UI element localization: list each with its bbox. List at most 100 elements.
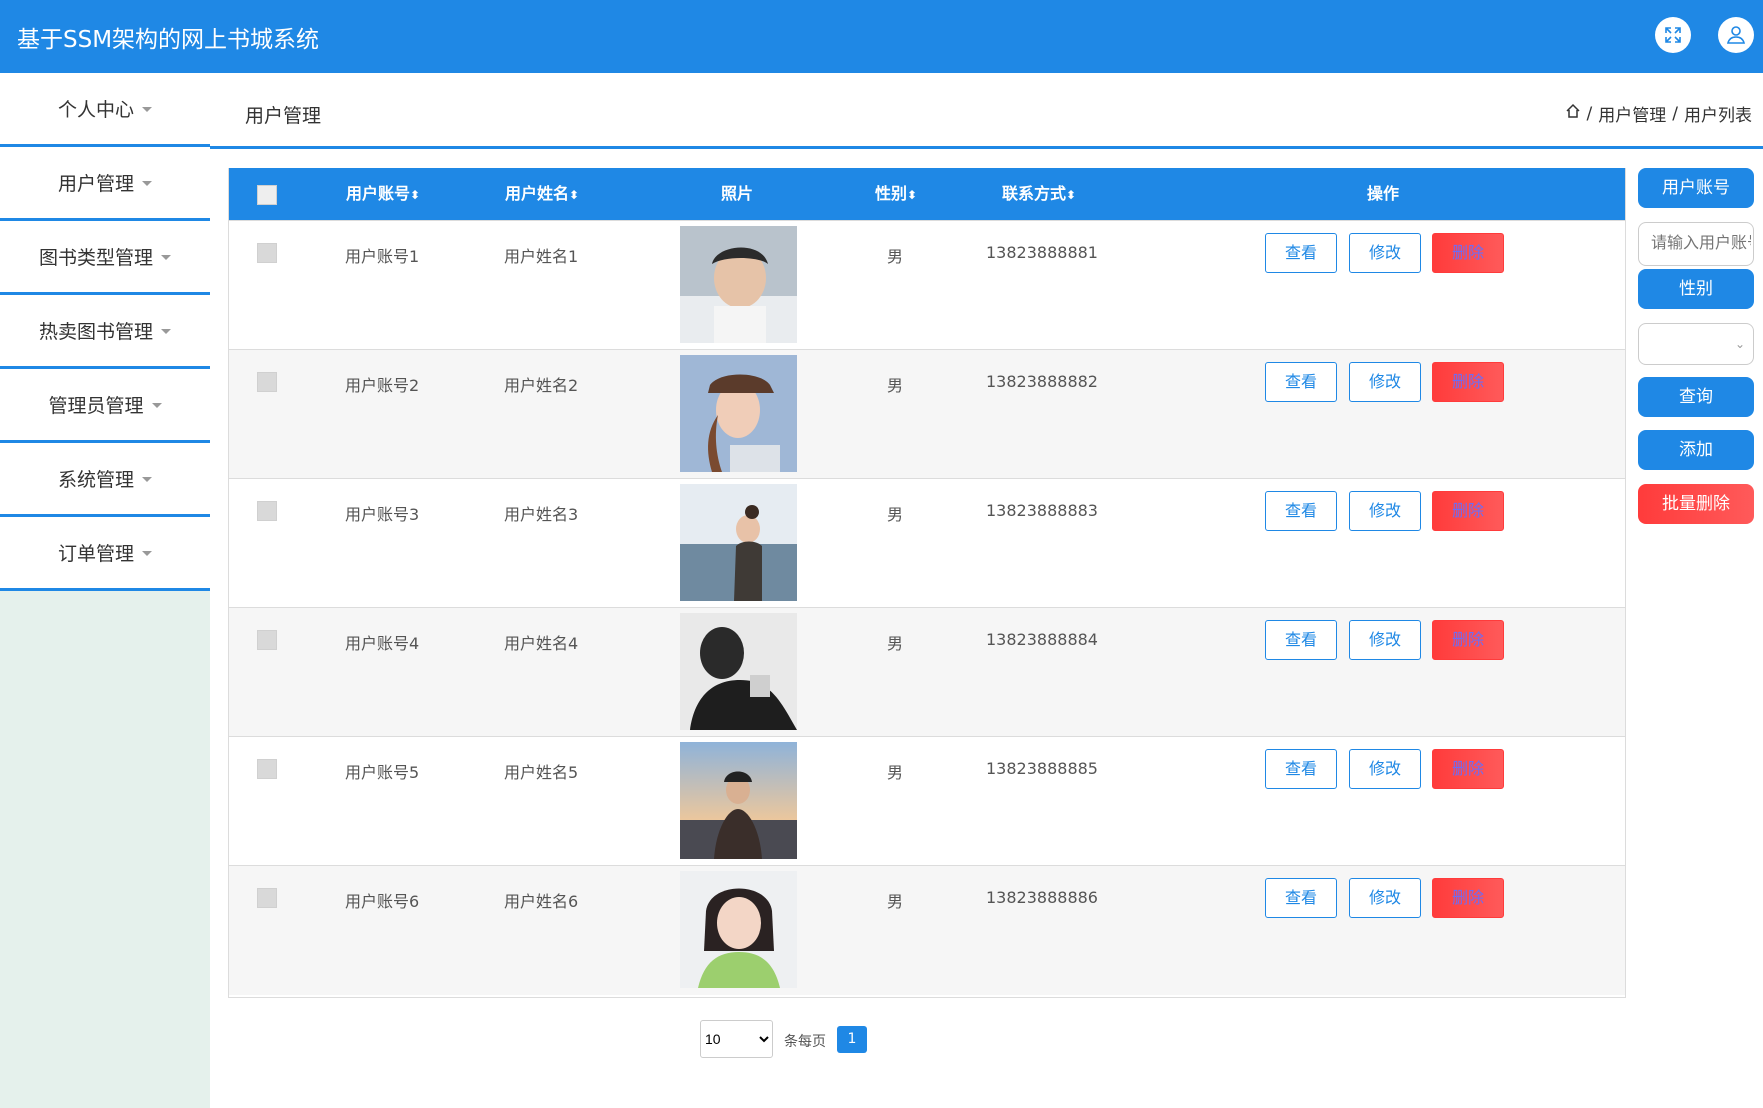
top-bar: 基于SSM架构的网上书城系统 [0,0,1763,73]
delete-button[interactable]: 删除 [1432,878,1504,918]
row-checkbox[interactable] [257,501,277,521]
delete-button[interactable]: 删除 [1432,620,1504,660]
edit-button[interactable]: 修改 [1349,620,1421,660]
edit-button[interactable]: 修改 [1349,362,1421,402]
account-cell: 用户账号4 [345,634,420,653]
select-all-checkbox[interactable] [257,185,277,205]
home-icon[interactable] [1565,103,1581,124]
delete-button[interactable]: 删除 [1432,233,1504,273]
sidebar-item-orders[interactable]: 订单管理 [0,517,210,591]
name-cell: 用户姓名6 [504,892,579,911]
breadcrumb-item: 用户列表 [1684,106,1752,126]
column-header-gender[interactable]: 性别⬍ [875,168,917,220]
name-cell: 用户姓名3 [504,505,579,524]
sidebar-item-label: 图书类型管理 [38,247,153,269]
gender-cell: 男 [887,763,904,782]
delete-button[interactable]: 删除 [1432,491,1504,531]
breadcrumb: / 用户管理 / 用户列表 [1565,101,1752,126]
batch-delete-button[interactable]: 批量删除 [1638,484,1754,524]
edit-button[interactable]: 修改 [1349,749,1421,789]
table-row: 用户账号5 用户姓名5 男 13823888885 查看 修改 删除 [229,736,1625,866]
column-header-name[interactable]: 用户姓名⬍ [505,168,579,220]
caret-down-icon [142,107,152,112]
phone-cell: 13823888882 [986,372,1098,391]
phone-cell: 13823888886 [986,888,1098,907]
column-header-account[interactable]: 用户账号⬍ [346,168,420,220]
account-cell: 用户账号6 [345,892,420,911]
sort-icon[interactable]: ⬍ [569,188,579,202]
row-checkbox[interactable] [257,888,277,908]
page-header: 用户管理 / 用户管理 / 用户列表 [210,73,1763,149]
user-table: 用户账号⬍ 用户姓名⬍ 照片 性别⬍ 联系方式⬍ 操作 用户账号1 用户姓名1 … [228,168,1626,998]
edit-button[interactable]: 修改 [1349,233,1421,273]
account-cell: 用户账号1 [345,247,420,266]
fullscreen-icon[interactable] [1655,17,1691,53]
chevron-down-icon: ⌄ [1734,337,1745,351]
sidebar-item-users[interactable]: 用户管理 [0,147,210,221]
user-photo [680,613,797,730]
column-header-phone[interactable]: 联系方式⬍ [1002,168,1076,220]
gender-select[interactable]: ⌄ [1638,323,1754,365]
gender-filter-label: 性别 [1638,269,1754,309]
breadcrumb-item[interactable]: 用户管理 [1598,101,1666,126]
phone-cell: 13823888881 [986,243,1098,262]
user-photo [680,742,797,859]
user-photo [680,484,797,601]
page-size-select[interactable]: 10 [700,1020,773,1058]
gender-cell: 男 [887,376,904,395]
table-header: 用户账号⬍ 用户姓名⬍ 照片 性别⬍ 联系方式⬍ 操作 [229,168,1625,220]
caret-down-icon [142,181,152,186]
sort-icon[interactable]: ⬍ [410,188,420,202]
table-row: 用户账号4 用户姓名4 男 13823888884 查看 修改 删除 [229,607,1625,737]
table-row: 用户账号1 用户姓名1 男 13823888881 查看 修改 删除 [229,220,1625,350]
user-photo [680,871,797,988]
delete-button[interactable]: 删除 [1432,749,1504,789]
table-row: 用户账号3 用户姓名3 男 13823888883 查看 修改 删除 [229,478,1625,608]
caret-down-icon [161,255,171,260]
sort-icon[interactable]: ⬍ [1066,188,1076,202]
column-header-actions: 操作 [1367,184,1400,203]
row-checkbox[interactable] [257,243,277,263]
view-button[interactable]: 查看 [1265,749,1337,789]
name-cell: 用户姓名5 [504,763,579,782]
edit-button[interactable]: 修改 [1349,491,1421,531]
sort-icon[interactable]: ⬍ [907,188,917,202]
row-checkbox[interactable] [257,630,277,650]
gender-cell: 男 [887,892,904,911]
sidebar-item-label: 管理员管理 [48,395,144,417]
account-cell: 用户账号3 [345,505,420,524]
view-button[interactable]: 查看 [1265,620,1337,660]
view-button[interactable]: 查看 [1265,362,1337,402]
per-page-label: 条每页 [784,1034,826,1050]
user-icon[interactable] [1718,17,1754,53]
row-checkbox[interactable] [257,759,277,779]
user-photo [680,226,797,343]
caret-down-icon [161,329,171,334]
add-button[interactable]: 添加 [1638,430,1754,470]
page-number-button[interactable]: 1 [837,1026,867,1053]
view-button[interactable]: 查看 [1265,491,1337,531]
sidebar-item-book-types[interactable]: 图书类型管理 [0,221,210,295]
caret-down-icon [142,551,152,556]
sidebar-item-label: 订单管理 [57,543,134,565]
gender-cell: 男 [887,634,904,653]
sidebar-item-hot-books[interactable]: 热卖图书管理 [0,295,210,369]
caret-down-icon [151,403,162,408]
sidebar-item-label: 个人中心 [57,99,134,121]
query-button[interactable]: 查询 [1638,377,1754,417]
table-row: 用户账号2 用户姓名2 男 13823888882 查看 修改 删除 [229,349,1625,479]
phone-cell: 13823888885 [986,759,1098,778]
sidebar-item-admins[interactable]: 管理员管理 [0,369,210,443]
account-search-input[interactable] [1638,222,1754,266]
page-title: 用户管理 [245,105,322,127]
sidebar-item-profile[interactable]: 个人中心 [0,73,210,147]
row-checkbox[interactable] [257,372,277,392]
view-button[interactable]: 查看 [1265,233,1337,273]
gender-cell: 男 [887,505,904,524]
delete-button[interactable]: 删除 [1432,362,1504,402]
app-title: 基于SSM架构的网上书城系统 [17,27,320,53]
name-cell: 用户姓名1 [504,247,579,266]
sidebar-item-system[interactable]: 系统管理 [0,443,210,517]
view-button[interactable]: 查看 [1265,878,1337,918]
edit-button[interactable]: 修改 [1349,878,1421,918]
